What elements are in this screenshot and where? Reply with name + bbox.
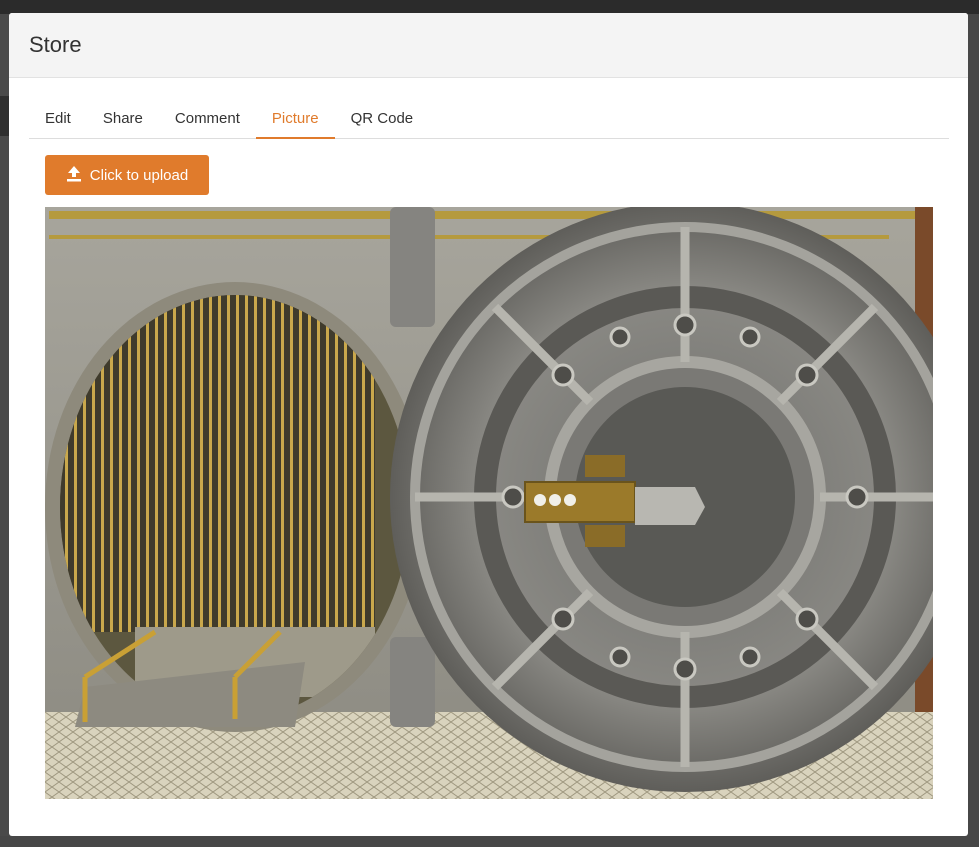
modal-title: Store: [29, 32, 82, 57]
tab-qr-code[interactable]: QR Code: [335, 102, 430, 139]
tab-share[interactable]: Share: [87, 102, 159, 139]
tab-edit[interactable]: Edit: [29, 102, 87, 139]
upload-button-label: Click to upload: [89, 166, 189, 184]
background-topbar: [0, 0, 979, 14]
modal-header: Store: [9, 13, 968, 78]
upload-button[interactable]: Click to upload: [45, 155, 209, 195]
tab-bar: Edit Share Comment Picture QR Code: [29, 102, 949, 139]
vault-picture: [45, 207, 933, 799]
tab-picture[interactable]: Picture: [255, 102, 335, 139]
store-modal: Store Edit Share Comment Picture QR Code…: [9, 13, 968, 836]
upload-icon: [66, 165, 82, 186]
background-edge: [968, 14, 979, 847]
tab-comment[interactable]: Comment: [159, 102, 256, 139]
background-footer: [0, 836, 979, 847]
